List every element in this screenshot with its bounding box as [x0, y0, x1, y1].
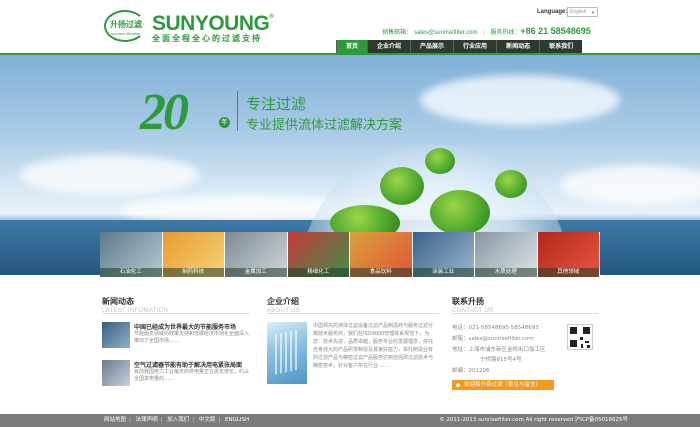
- news-section: 新闻动态 LATEST INFOMATION 中国已经成为世界最大的节能服务市场…: [102, 296, 252, 406]
- qr-module: [581, 344, 583, 348]
- footer-separator: |: [129, 417, 131, 423]
- footer-separator: |: [218, 417, 221, 423]
- hotline-label: 服务热线：: [490, 30, 521, 36]
- category-label: 其他领域: [537, 268, 599, 277]
- category-fine-chemical[interactable]: 精细化工: [287, 232, 350, 277]
- category-food[interactable]: 食品饮料: [350, 232, 413, 277]
- site-footer: 网站地图 | 法律声明 | 加入我们 | 中文版 | ENGLISH © 2011-20…: [0, 414, 700, 427]
- cloud: [560, 165, 700, 205]
- brand-text: SUNYOUNG: [152, 12, 270, 35]
- language-value: English: [570, 9, 587, 15]
- logo-cn: 升扬过滤: [110, 20, 142, 29]
- nav-home[interactable]: 首页: [336, 40, 368, 53]
- category-label: 金属加工: [225, 268, 287, 277]
- about-title: 企业介绍: [267, 297, 299, 306]
- cloud: [420, 75, 620, 125]
- about-section: 企业介绍 ABOUT US 中国领先的液体过滤设备过滤产品制造商与服务过滤分离技…: [267, 296, 442, 406]
- nav-news[interactable]: 新闻动态: [496, 40, 540, 53]
- category-pharma[interactable]: 制药科技: [162, 232, 225, 277]
- chevron-down-icon: ▼: [591, 10, 595, 15]
- category-label: 精细化工: [287, 268, 349, 277]
- main-nav: 首页 企业介绍 产品展示 行业应用 新闻动态 联系我们: [336, 40, 583, 53]
- nav-products[interactable]: 产品展示: [410, 40, 454, 53]
- feedback-button[interactable]: 欢迎和升扬过滤（意见与留言）: [452, 380, 554, 390]
- news-thumbnail: [102, 322, 130, 348]
- globe-continent: [495, 170, 527, 198]
- news-divider: [102, 313, 250, 314]
- news-item-summary: 节能服务领域的政策支持和低碳经济市场化全面深入推动了全国市场……: [134, 331, 250, 344]
- contact-divider: [452, 313, 598, 314]
- footer-link-english[interactable]: ENGLISH: [225, 417, 249, 423]
- footer-link-join[interactable]: 加入我们: [167, 417, 189, 423]
- qr-module: [570, 327, 577, 334]
- contact-title: 联系升扬: [452, 297, 484, 306]
- news-item-summary: 目前我国电力工业每天的供电量正在逐年增长，约占全国发电量的……: [134, 369, 250, 382]
- category-other[interactable]: 其他领域: [537, 232, 600, 277]
- contact-section: 联系升扬 CONTACT US 电话：021-58548695 58548693…: [452, 296, 602, 406]
- category-label: 涂装工业: [412, 268, 474, 277]
- category-water[interactable]: 水质处理: [475, 232, 538, 277]
- hotline-number: +86 21 58548695: [520, 26, 591, 36]
- about-summary: 中国领先的液体过滤设备过滤产品制造商与服务过滤分离技术服务商，我们在ISO900…: [313, 323, 434, 369]
- qr-module: [587, 345, 590, 348]
- contact-email[interactable]: 邮箱：sales@sunrisefilter.com: [452, 334, 534, 342]
- language-label: Language:: [537, 9, 568, 15]
- about-divider: [267, 313, 439, 314]
- qr-module: [585, 341, 589, 343]
- footer-link-chinese[interactable]: 中文版: [199, 417, 216, 423]
- about-image: [267, 322, 307, 384]
- news-title: 新闻动态: [102, 297, 134, 306]
- site-header: 升扬过滤 sunriser filtration SUNYOUNG® 全面全程全…: [0, 0, 700, 55]
- nav-contact[interactable]: 联系我们: [539, 40, 583, 53]
- qr-module: [583, 327, 590, 334]
- category-label: 食品饮料: [350, 268, 412, 277]
- globe-continent: [425, 148, 455, 174]
- category-label: 制药科技: [162, 268, 224, 277]
- banner-slogan-1: 专注过滤: [246, 95, 307, 113]
- qr-module: [570, 340, 577, 347]
- news-item[interactable]: 空气过滤器节能有助于解决用电紧张局面 目前我国电力工业每天的供电量正在逐年增长，…: [102, 360, 250, 388]
- contact-address-2: 宁桥路615号4号: [480, 357, 522, 363]
- contact-zip: 邮编：201206: [452, 368, 490, 374]
- contact-phone: 电话：021-58548695 58548693: [452, 325, 539, 331]
- header-contact: 销售邮箱： sales@sunrisefilter.com | 服务热线：+86 …: [382, 26, 591, 36]
- sales-label: 销售邮箱：: [382, 30, 413, 36]
- news-item[interactable]: 中国已经成为世界最大的节能服务市场 节能服务领域的政策支持和低碳经济市场化全面深…: [102, 322, 250, 350]
- brand-mark: ®: [269, 14, 274, 20]
- category-petrochemical[interactable]: 石油化工: [100, 232, 163, 277]
- footer-separator: |: [192, 417, 195, 423]
- language-select[interactable]: English ▼: [567, 7, 598, 17]
- brand-tagline: 全面全程全心的过滤支持: [152, 34, 262, 43]
- category-metal[interactable]: 金属加工: [225, 232, 288, 277]
- logo[interactable]: 升扬过滤 sunriser filtration: [104, 10, 146, 42]
- banner-year-badge: 年: [219, 117, 230, 128]
- header-contact-divider: |: [483, 30, 485, 36]
- cloud: [20, 155, 200, 195]
- category-label: 水质处理: [475, 268, 537, 277]
- copyright-text: © 2011-2013 sunrisefilter.com All right …: [439, 417, 628, 423]
- globe-continent: [430, 190, 490, 235]
- footer-links: 网站地图 | 法律声明 | 加入我们 | 中文版 | ENGLISH: [104, 414, 249, 427]
- banner-slogan-2: 专业提供流体过滤解决方案: [246, 118, 403, 133]
- category-label: 石油化工: [100, 268, 162, 277]
- footer-separator: |: [160, 417, 163, 423]
- qr-module: [580, 337, 583, 340]
- nav-applications[interactable]: 行业应用: [453, 40, 497, 53]
- industry-categories: 石油化工 制药科技 金属加工 精细化工 食品饮料 涂装工业 水质处理 其他领域: [100, 232, 600, 277]
- nav-company[interactable]: 企业介绍: [367, 40, 411, 53]
- footer-link-sitemap[interactable]: 网站地图: [104, 417, 126, 423]
- qr-code: [567, 324, 593, 350]
- globe-continent: [380, 167, 424, 205]
- footer-link-legal[interactable]: 法律声明: [136, 417, 158, 423]
- banner-number: 20: [140, 84, 189, 141]
- contact-address: 地址：上海市浦东新区金桥出口加工区: [452, 347, 546, 353]
- news-item-title[interactable]: 空气过滤器节能有助于解决用电紧张局面: [134, 360, 242, 369]
- sales-email-link[interactable]: sales@sunrisefilter.com: [414, 30, 477, 36]
- news-item-title[interactable]: 中国已经成为世界最大的节能服务市场: [134, 322, 236, 331]
- category-coating[interactable]: 涂装工业: [412, 232, 475, 277]
- banner-divider: [237, 91, 238, 131]
- logo-en: sunriser filtration: [111, 31, 141, 36]
- news-thumbnail: [102, 360, 130, 386]
